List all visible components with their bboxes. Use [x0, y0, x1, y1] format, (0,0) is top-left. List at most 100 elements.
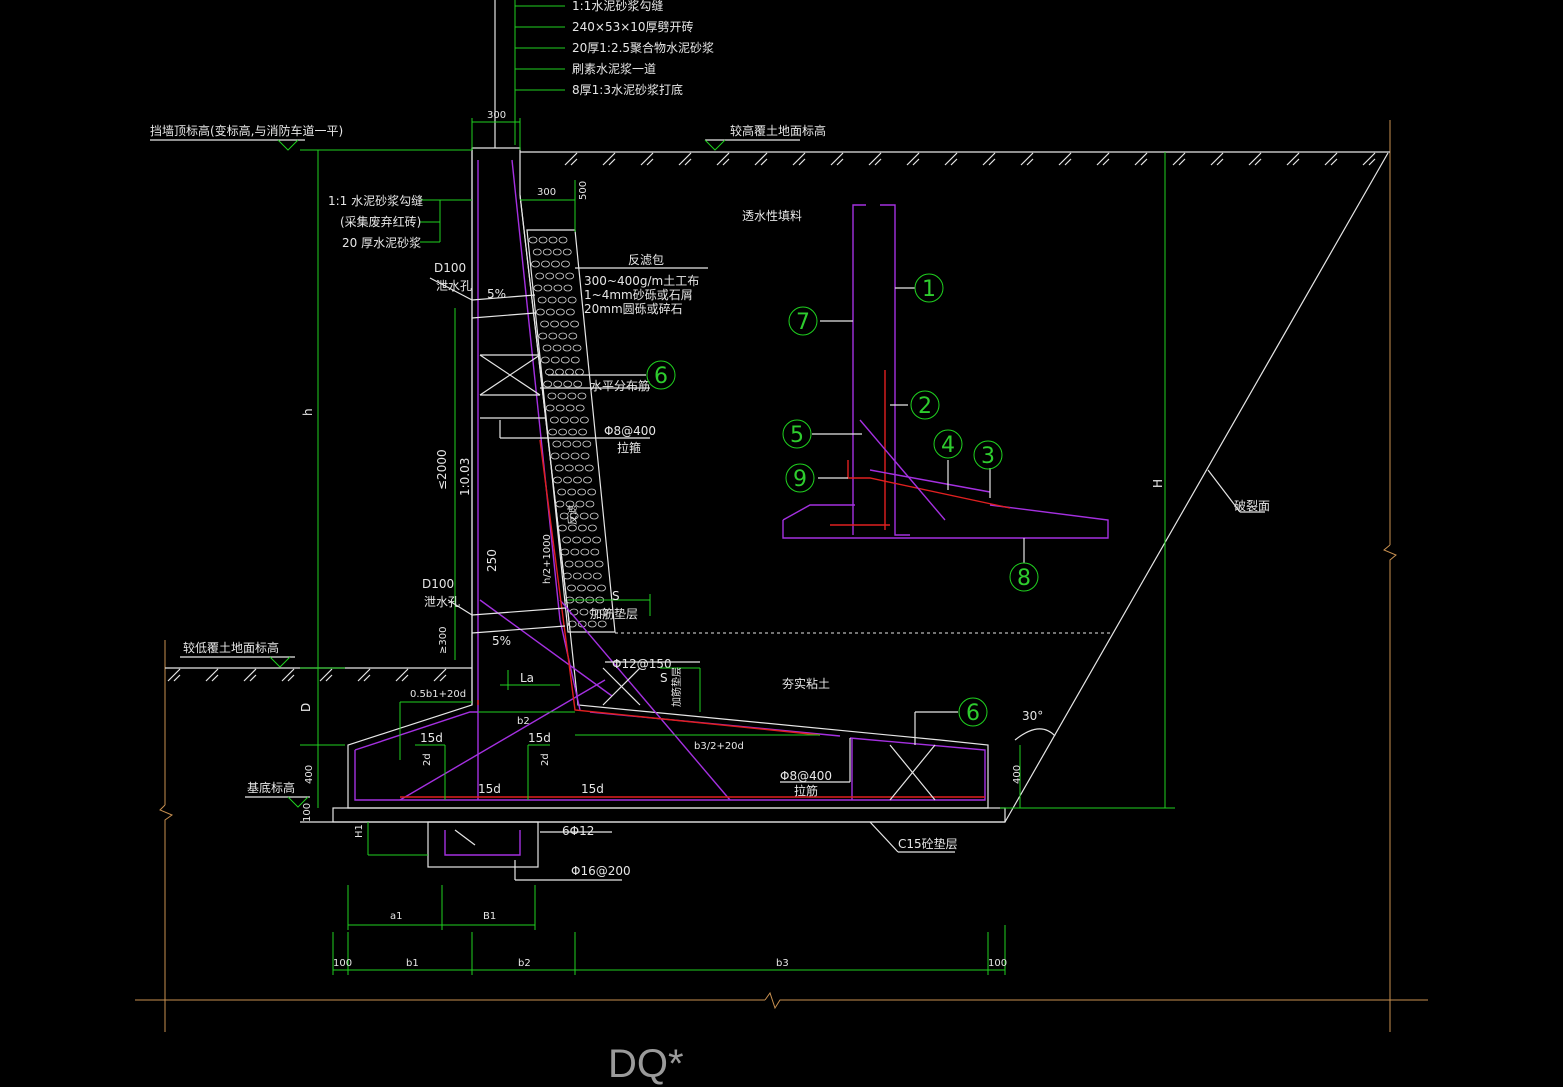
level-base: 基底标高 [245, 780, 310, 808]
gravel-pebble [545, 308, 555, 316]
layer-5: 8厚1:3水泥砂浆打底 [572, 82, 683, 97]
dim-400-left: 400 [304, 765, 315, 784]
face-finish-1: 1:1 水泥砂浆勾缝 [328, 193, 423, 208]
gravel-pebble [549, 416, 559, 424]
dim-h: h [301, 408, 315, 416]
dim-400-right: 400 [1012, 765, 1023, 784]
gravel-pebble [567, 392, 577, 400]
gravel-pebble [555, 368, 564, 376]
dim-B1: B1 [483, 911, 496, 922]
gravel-pebble [578, 428, 588, 436]
gravel-pebble [558, 332, 568, 340]
gravel-pebble [587, 488, 597, 496]
gravel-pebble [568, 428, 578, 436]
gravel-pebble [562, 344, 572, 352]
gravel-pebble [558, 236, 568, 244]
ground-hatch-mark [678, 152, 692, 166]
gravel-pebble [579, 512, 589, 520]
gravel-pebble [574, 560, 584, 568]
face-finish-2: (采集废弃红砖) [340, 214, 421, 229]
gravel-pebble [533, 284, 543, 292]
gravel-pebble [560, 452, 570, 460]
gravel-pebble [565, 272, 575, 280]
gravel-pebble [553, 380, 563, 388]
gravel-pebble [562, 572, 572, 580]
ground-hatch-mark [1330, 158, 1338, 166]
gravel-pebble [579, 608, 589, 616]
gravel-pebble [567, 584, 576, 592]
ground-hatch-mark [1096, 152, 1110, 166]
filter-line-3: 20mm圆砾或碎石 [584, 301, 683, 316]
drain-upper-sub: 泄水孔 [436, 279, 472, 293]
layer-callout: 1:1水泥砂浆勾缝 240×53×10厚劈开砖 20厚1:2.5聚合物水泥砂浆 … [494, 0, 714, 148]
gravel-pebble [585, 500, 595, 508]
ground-hatch-mark [211, 674, 219, 682]
angle-label: 30° [1022, 709, 1043, 723]
fill-label: 透水性填料 [742, 209, 802, 223]
gravel-pebble [558, 428, 568, 436]
callout-4: 4 [941, 433, 955, 458]
dim-half-b1: 0.5b1+20d [410, 689, 466, 700]
gravel-pebble [564, 560, 574, 568]
gravel-pebble [572, 440, 582, 448]
gravel-pebble [572, 536, 582, 544]
ground-hatch-mark [363, 674, 371, 682]
dim-fb: 反滤 [566, 505, 579, 525]
gravel-pebble [582, 536, 592, 544]
gravel-pebble [570, 320, 579, 328]
gravel-pebble [541, 260, 550, 268]
gravel-pebble [563, 476, 572, 484]
callout-3: 3 [981, 444, 995, 469]
drain-lower-sub: 泄水孔 [424, 595, 460, 609]
ground-hatch-mark [906, 152, 920, 166]
gravel-pebble [535, 308, 545, 316]
gravel-pebble [557, 488, 567, 496]
face-finish: 1:1 水泥砂浆勾缝 (采集废弃红砖) 20 厚水泥砂浆 [328, 193, 472, 250]
gravel-pebble [562, 536, 572, 544]
dim-La: La [520, 671, 534, 685]
rebar-6phi12: 6Φ12 [562, 824, 594, 838]
filter-title: 反滤包 [628, 253, 664, 267]
gravel-pebble [553, 476, 562, 484]
ground-hatch-mark [1058, 152, 1072, 166]
gravel-pebble [594, 560, 604, 568]
ground-hatch-mark [243, 668, 257, 682]
gravel-pebble [597, 620, 607, 628]
ground-hatch-mark [287, 674, 295, 682]
gravel-pebble [562, 440, 572, 448]
ground-hatch-mark [1248, 152, 1262, 166]
key-callouts: 6Φ12 Φ16@200 C15砼垫层 [514, 821, 958, 881]
gravel-pebble [542, 248, 552, 256]
rebar-phi8-400: Φ8@400 [780, 769, 832, 783]
gravel-pebble [550, 356, 560, 364]
level-high-ground: 较高覆土地面标高 [704, 123, 826, 151]
gravel-pebble [577, 524, 587, 532]
gravel-pebble [552, 344, 562, 352]
slope-face-label: 破裂面 [1234, 498, 1270, 513]
ground-hatch-mark [1102, 158, 1110, 166]
gravel-pebble [565, 308, 575, 316]
retaining-wall-drawing: 破裂面 30° 1:1水泥砂浆勾缝 240×53×10厚劈开砖 20厚1:2.5… [135, 0, 1428, 1086]
gravel-pebble [587, 620, 597, 628]
dim-100-b: 100 [988, 958, 1007, 969]
dim-S: S [612, 589, 620, 603]
ground-hatch-mark [1140, 158, 1148, 166]
gravel-pebble [528, 236, 538, 244]
gravel-pebble [570, 548, 580, 556]
ground-hatch-mark [395, 668, 409, 682]
top-dims: 300 300 500 [471, 110, 589, 232]
ground-hatch-mark [433, 668, 447, 682]
ground-hatch-mark [602, 152, 616, 166]
ground-hatch-mark [1064, 158, 1072, 166]
gravel-pebble [569, 416, 579, 424]
gravel-pebble [560, 548, 570, 556]
dim-b2: b2 [518, 958, 531, 969]
gravel-pebble [572, 572, 582, 580]
gravel-pebble [583, 476, 592, 484]
ground-hatch-mark [249, 674, 257, 682]
ground-hatch-mark [439, 674, 447, 682]
dim-wall-top: 300 [487, 110, 506, 121]
ground-hatch-mark [640, 152, 654, 166]
gravel-pebble [584, 464, 594, 472]
gravel-pebble [592, 572, 602, 580]
